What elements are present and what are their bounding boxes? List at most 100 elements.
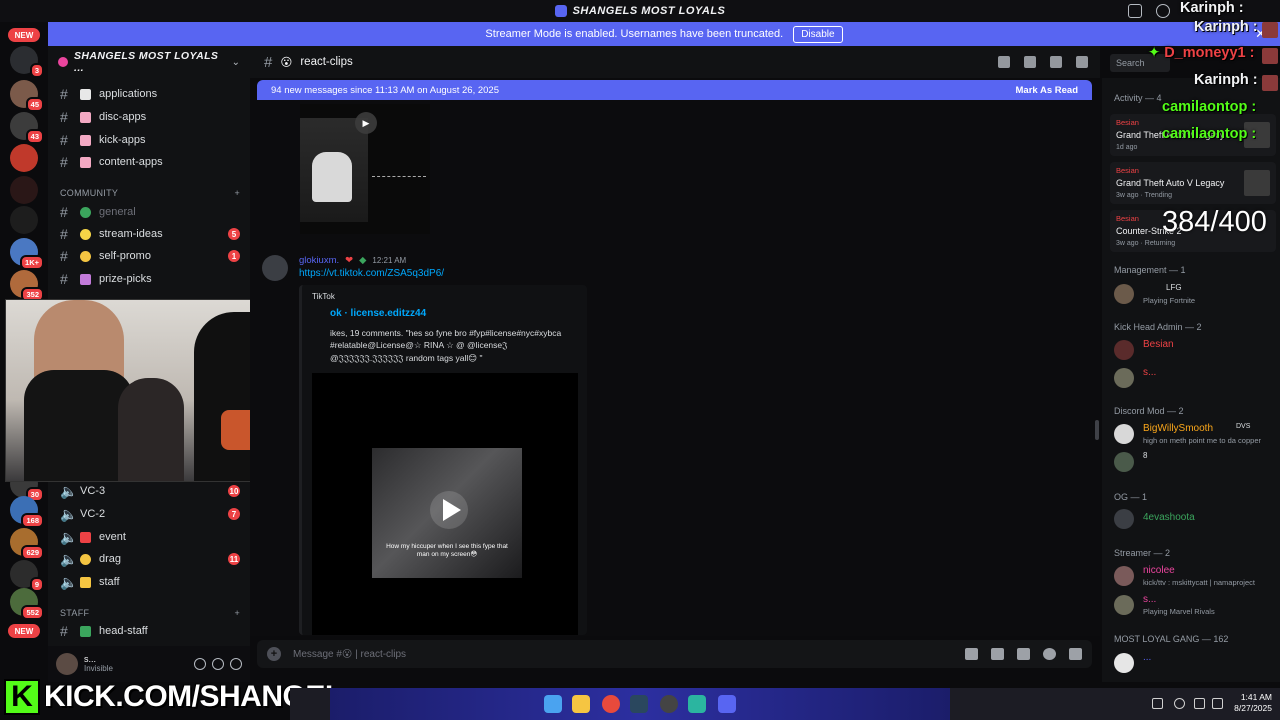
voice-channel-drag[interactable]: 🔈 drag 11 bbox=[48, 548, 250, 570]
unread-badge: 5 bbox=[228, 228, 240, 240]
gear-icon[interactable] bbox=[230, 658, 242, 670]
start-icon[interactable] bbox=[544, 695, 562, 713]
microphone-icon[interactable] bbox=[1174, 698, 1185, 709]
channel-head-staff[interactable]: # head-staff bbox=[48, 620, 250, 642]
bell-icon[interactable] bbox=[1024, 56, 1036, 68]
server-icon[interactable] bbox=[10, 144, 38, 172]
gif-icon[interactable] bbox=[991, 648, 1004, 660]
overlay-emote-icon bbox=[1262, 48, 1278, 64]
avatar bbox=[1114, 509, 1134, 529]
message-composer[interactable]: + Message #😮 | react-clips bbox=[257, 640, 1092, 668]
channel-kick-apps[interactable]: # kick-apps bbox=[48, 129, 250, 151]
member-item[interactable]: BigWillySmooth DVS high on meth point me t… bbox=[1114, 421, 1274, 447]
server-icon[interactable] bbox=[10, 206, 38, 234]
server-icon[interactable]: 629 bbox=[10, 528, 44, 560]
channel-label: general bbox=[99, 206, 136, 218]
microphone-icon[interactable] bbox=[194, 658, 206, 670]
role-header: Streamer — 2 bbox=[1114, 548, 1171, 558]
overlay-chat-text: D_moneyy1 : bbox=[1164, 45, 1255, 61]
discord-icon[interactable] bbox=[718, 695, 736, 713]
channel-self-promo[interactable]: # self-promo 1 bbox=[48, 245, 250, 267]
server-icon[interactable]: 1K+ bbox=[10, 238, 44, 270]
speaker-icon: 🔈 bbox=[60, 482, 78, 499]
channel-disc-apps[interactable]: # disc-apps bbox=[48, 106, 250, 128]
member-item[interactable]: 8 bbox=[1114, 449, 1274, 475]
activity-meta: 3w ago · Trending bbox=[1116, 192, 1173, 199]
steam-icon[interactable] bbox=[630, 695, 648, 713]
channel-content-apps[interactable]: # content-apps bbox=[48, 151, 250, 173]
chrome-icon[interactable] bbox=[602, 695, 620, 713]
voice-channel-event[interactable]: 🔈 event bbox=[48, 526, 250, 548]
add-channel-icon[interactable]: + bbox=[234, 608, 240, 618]
help-icon[interactable] bbox=[1156, 4, 1170, 18]
member-status: Playing Fortnite bbox=[1143, 296, 1196, 305]
channel-applications[interactable]: # applications bbox=[48, 83, 250, 105]
member-item[interactable]: Besian bbox=[1114, 337, 1274, 363]
volume-icon[interactable] bbox=[1212, 698, 1223, 709]
user-name-status[interactable]: s... Invisible bbox=[84, 654, 188, 674]
avatar[interactable] bbox=[56, 653, 78, 675]
gift-icon[interactable] bbox=[965, 648, 978, 660]
members-icon[interactable] bbox=[1076, 56, 1088, 68]
server-icon[interactable]: 43 bbox=[10, 112, 44, 144]
server-icon[interactable]: 9 bbox=[10, 560, 44, 592]
category-community[interactable]: COMMUNITY + bbox=[60, 188, 240, 198]
audio-waveform bbox=[372, 176, 426, 184]
mark-as-read-button[interactable]: Mark As Read bbox=[1016, 85, 1078, 96]
avatar bbox=[1114, 368, 1134, 388]
message-media-attachment[interactable]: ▶ bbox=[300, 104, 430, 234]
member-item[interactable]: ... bbox=[1114, 650, 1274, 676]
file-explorer-icon[interactable] bbox=[572, 695, 590, 713]
clock[interactable]: 1:41 AM 8/27/2025 bbox=[1234, 692, 1272, 715]
server-header[interactable]: SHANGELS MOST LOYALS ... ⌄ bbox=[48, 46, 250, 78]
category-staff[interactable]: STAFF + bbox=[60, 608, 240, 618]
embed-title[interactable]: ok · license.editzz44 bbox=[330, 308, 426, 319]
add-channel-icon[interactable]: + bbox=[234, 188, 240, 198]
threads-icon[interactable] bbox=[998, 56, 1010, 68]
chevron-up-icon[interactable] bbox=[1152, 698, 1163, 709]
add-attachment-icon[interactable]: + bbox=[267, 647, 281, 661]
sticker-icon[interactable] bbox=[1017, 648, 1030, 660]
channel-label: applications bbox=[99, 88, 158, 100]
voice-channel-vc2[interactable]: 🔈 VC-2 7 bbox=[48, 503, 250, 525]
hash-icon: # bbox=[60, 271, 68, 287]
message-link[interactable]: https://vt.tiktok.com/ZSA5q3dP6/ bbox=[299, 268, 444, 279]
activity-card[interactable]: Besian Grand Theft Auto V Legacy 3w ago … bbox=[1110, 162, 1276, 204]
member-item[interactable]: s... Playing Marvel Rivals bbox=[1114, 592, 1274, 618]
message-author[interactable]: glokiuxm. bbox=[299, 255, 339, 266]
server-icon[interactable]: 3 bbox=[10, 46, 44, 78]
server-icon[interactable]: 168 bbox=[10, 496, 44, 528]
channel-prize-picks[interactable]: # prize-picks bbox=[48, 268, 250, 290]
voice-channel-staff[interactable]: 🔈 staff bbox=[48, 571, 250, 593]
disable-button[interactable]: Disable bbox=[793, 25, 843, 43]
headphones-icon[interactable] bbox=[212, 658, 224, 670]
activity-user: Besian bbox=[1116, 166, 1139, 175]
new-messages-bar[interactable]: 94 new messages since 11:13 AM on August… bbox=[257, 80, 1092, 100]
server-icon[interactable]: 352 bbox=[10, 270, 44, 302]
channel-stream-ideas[interactable]: # stream-ideas 5 bbox=[48, 223, 250, 245]
server-icon[interactable]: 552 bbox=[10, 588, 44, 620]
scrollbar[interactable] bbox=[1095, 420, 1099, 440]
play-icon[interactable] bbox=[430, 491, 468, 529]
obs-icon[interactable] bbox=[660, 695, 678, 713]
member-item[interactable]: s... bbox=[1114, 365, 1274, 391]
message-input[interactable]: Message #😮 | react-clips bbox=[293, 649, 406, 660]
server-icon[interactable] bbox=[10, 176, 38, 204]
embed-video[interactable]: How my hiccuper when I see this fype tha… bbox=[312, 373, 578, 635]
member-item[interactable]: LFG Playing Fortnite bbox=[1114, 281, 1274, 307]
emoji-icon[interactable] bbox=[1043, 648, 1056, 660]
inbox-icon[interactable] bbox=[1128, 4, 1142, 18]
pin-icon[interactable] bbox=[1050, 56, 1062, 68]
gamepad-icon[interactable] bbox=[1069, 648, 1082, 660]
play-icon[interactable]: ▶ bbox=[355, 112, 377, 134]
channel-general[interactable]: # general bbox=[48, 201, 250, 223]
member-item[interactable]: 4evashoota bbox=[1114, 506, 1274, 532]
avatar[interactable] bbox=[262, 255, 288, 281]
network-icon[interactable] bbox=[1194, 698, 1205, 709]
member-item[interactable]: nicolee kick/ttv : mskittycatt | namaproj… bbox=[1114, 563, 1274, 589]
voice-channel-vc3[interactable]: 🔈 VC-3 10 bbox=[48, 480, 250, 502]
shield-icon[interactable] bbox=[688, 695, 706, 713]
server-icon[interactable]: 45 bbox=[10, 80, 44, 112]
attachment-image[interactable] bbox=[300, 118, 368, 222]
hash-icon: # bbox=[60, 109, 68, 125]
